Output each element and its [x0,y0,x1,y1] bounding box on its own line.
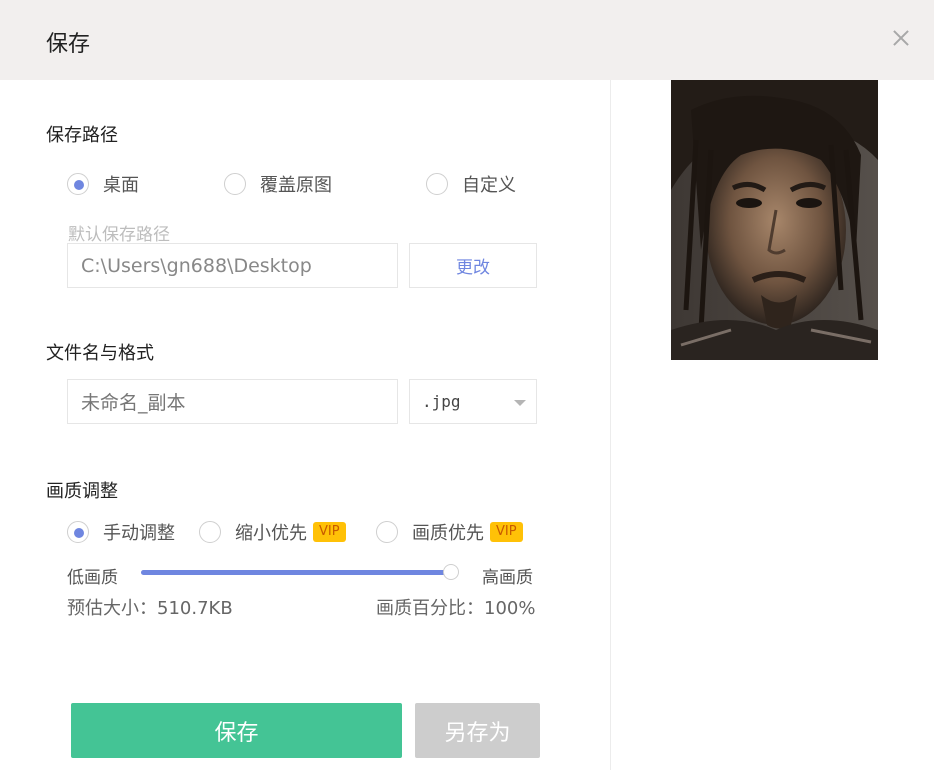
format-value: .jpg [422,392,461,411]
slider-fill [141,570,451,575]
radio-label: 覆盖原图 [260,175,332,196]
dialog-title: 保存 [46,32,91,57]
section-title-save-path: 保存路径 [46,125,118,146]
panel-divider [610,80,611,770]
radio-circle [376,521,398,543]
radio-label: 自定义 [462,175,516,196]
low-quality-label: 低画质 [67,568,118,588]
radio-overwrite[interactable]: 覆盖原图 [224,171,332,197]
quality-percent: 画质百分比：100% [376,594,535,620]
section-title-file: 文件名与格式 [46,343,154,364]
radio-label: 缩小优先 [235,523,307,544]
radio-label: 手动调整 [103,523,175,544]
radio-circle [67,521,89,543]
estimated-size: 预估大小：510.7KB [67,594,233,620]
section-title-quality: 画质调整 [46,481,118,502]
save-button[interactable]: 保存 [71,703,402,758]
dialog-header: 保存 [0,0,934,80]
format-select[interactable]: .jpg [409,379,537,424]
high-quality-label: 高画质 [482,568,533,588]
default-path-hint: 默认保存路径 [68,225,170,245]
close-icon[interactable] [890,27,912,49]
radio-label: 画质优先 [412,523,484,544]
radio-custom[interactable]: 自定义 [426,171,516,197]
path-input[interactable]: C:\Users\gn688\Desktop [67,243,398,288]
radio-desktop[interactable]: 桌面 [67,171,139,197]
radio-quality-first[interactable]: 画质优先 VIP [376,519,523,545]
radio-circle [426,173,448,195]
radio-manual[interactable]: 手动调整 [67,519,175,545]
change-path-button[interactable]: 更改 [409,243,537,288]
quality-percent-value: 100% [484,598,536,619]
radio-circle [224,173,246,195]
image-preview [671,80,878,360]
estimated-size-value: 510.7KB [157,598,233,619]
radio-label: 桌面 [103,175,139,196]
chevron-down-icon [514,400,526,406]
vip-badge: VIP [490,522,523,542]
quality-percent-label: 画质百分比： [376,598,484,619]
portrait-image [671,80,878,360]
save-as-button[interactable]: 另存为 [415,703,540,758]
estimated-size-label: 预估大小： [67,598,157,619]
radio-size-first[interactable]: 缩小优先 VIP [199,519,346,545]
quality-slider[interactable] [141,564,459,580]
radio-circle [67,173,89,195]
radio-circle [199,521,221,543]
vip-badge: VIP [313,522,346,542]
slider-handle[interactable] [443,564,459,580]
filename-input[interactable]: 未命名_副本 [67,379,398,424]
